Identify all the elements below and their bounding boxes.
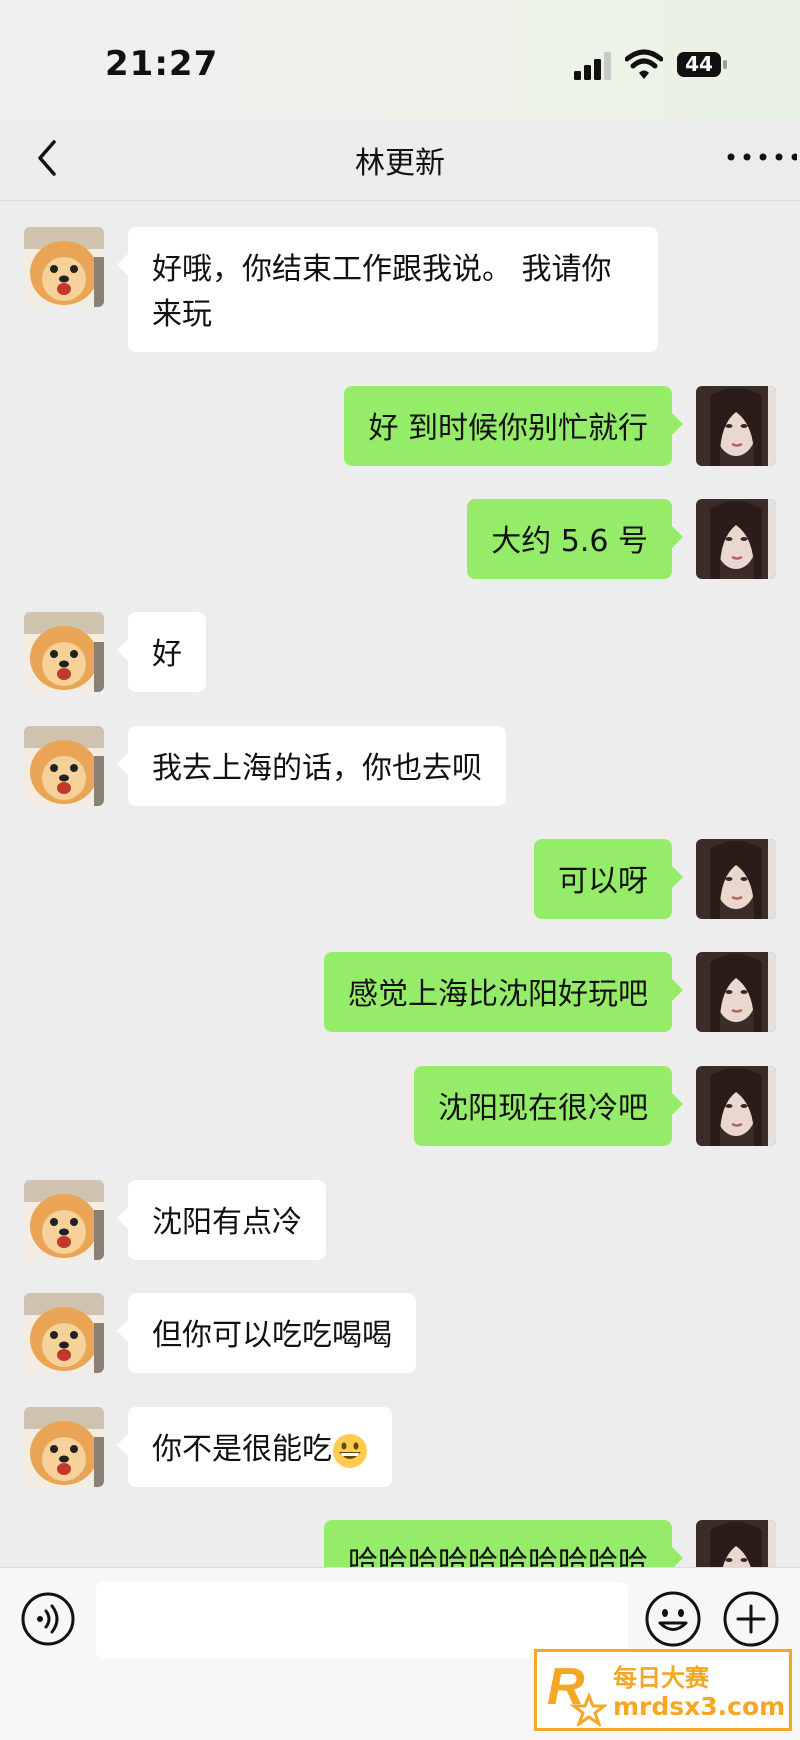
status-time: 21:27: [105, 44, 219, 84]
message-bubble[interactable]: 好哦，你结束工作跟我说。 我请你来玩: [117, 227, 658, 352]
battery-level: 44: [685, 52, 713, 76]
message-row: 沈阳有点冷: [0, 1180, 800, 1260]
message-row: 好哦，你结束工作跟我说。 我请你来玩: [0, 227, 800, 352]
message-text: 你不是很能吃: [152, 1432, 332, 1467]
message-bubble[interactable]: 哈哈哈哈哈哈哈哈哈哈: [324, 1520, 683, 1567]
user-avatar[interactable]: [696, 952, 776, 1032]
message-bubble[interactable]: 好 到时候你别忙就行: [344, 386, 683, 466]
watermark-site: mrdsx3.com: [613, 1692, 786, 1721]
emoji-icon[interactable]: [644, 1590, 702, 1648]
message-row: 我去上海的话，你也去呗: [0, 726, 800, 806]
message-bubble[interactable]: 但你可以吃吃喝喝: [117, 1293, 416, 1373]
message-row: 你不是很能吃: [0, 1407, 800, 1487]
message-bubble[interactable]: 好: [117, 612, 206, 692]
signal-icon: [574, 52, 611, 80]
message-bubble[interactable]: 你不是很能吃: [117, 1407, 392, 1487]
message-row: 可以呀: [0, 839, 800, 919]
watermark: R 每日大赛 mrdsx3.com: [534, 1649, 792, 1731]
user-avatar[interactable]: [696, 1520, 776, 1567]
user-avatar[interactable]: [696, 839, 776, 919]
user-avatar[interactable]: [696, 1066, 776, 1146]
message-bubble[interactable]: 沈阳现在很冷吧: [414, 1066, 683, 1146]
message-input[interactable]: [96, 1582, 628, 1658]
user-avatar[interactable]: [696, 386, 776, 466]
more-dots-icon[interactable]: [725, 142, 797, 172]
chat-title: 林更新: [355, 146, 445, 181]
user-avatar[interactable]: [696, 499, 776, 579]
battery-icon: 44: [676, 51, 728, 78]
message-row: 好 到时候你别忙就行: [0, 386, 800, 466]
grinning-face-emoji-icon: [333, 1433, 367, 1468]
contact-avatar[interactable]: [24, 1180, 104, 1260]
message-row: 好: [0, 612, 800, 692]
message-row: 但你可以吃吃喝喝: [0, 1293, 800, 1373]
message-list[interactable]: 好哦，你结束工作跟我说。 我请你来玩 好 到时候你别忙就行 大约 5.6 号 好…: [0, 201, 800, 1567]
voice-icon[interactable]: [20, 1591, 76, 1647]
message-row: 大约 5.6 号: [0, 499, 800, 579]
contact-avatar[interactable]: [24, 612, 104, 692]
contact-avatar[interactable]: [24, 1407, 104, 1487]
message-row: 沈阳现在很冷吧: [0, 1066, 800, 1146]
contact-avatar[interactable]: [24, 726, 104, 806]
status-bar: 21:27 44: [0, 0, 800, 120]
plus-icon[interactable]: [722, 1590, 780, 1648]
message-bubble[interactable]: 感觉上海比沈阳好玩吧: [324, 952, 683, 1032]
watermark-brand: 每日大赛: [613, 1664, 709, 1692]
wifi-icon: [625, 49, 663, 79]
message-bubble[interactable]: 大约 5.6 号: [467, 499, 683, 579]
chat-header: 林更新: [0, 120, 800, 201]
message-bubble[interactable]: 可以呀: [534, 839, 683, 919]
contact-avatar[interactable]: [24, 1293, 104, 1373]
contact-avatar[interactable]: [24, 227, 104, 307]
message-bubble[interactable]: 我去上海的话，你也去呗: [117, 726, 506, 806]
watermark-logo-icon: R: [547, 1658, 607, 1726]
message-bubble[interactable]: 沈阳有点冷: [117, 1180, 326, 1260]
message-row: 哈哈哈哈哈哈哈哈哈哈: [0, 1520, 800, 1567]
message-row: 感觉上海比沈阳好玩吧: [0, 952, 800, 1032]
